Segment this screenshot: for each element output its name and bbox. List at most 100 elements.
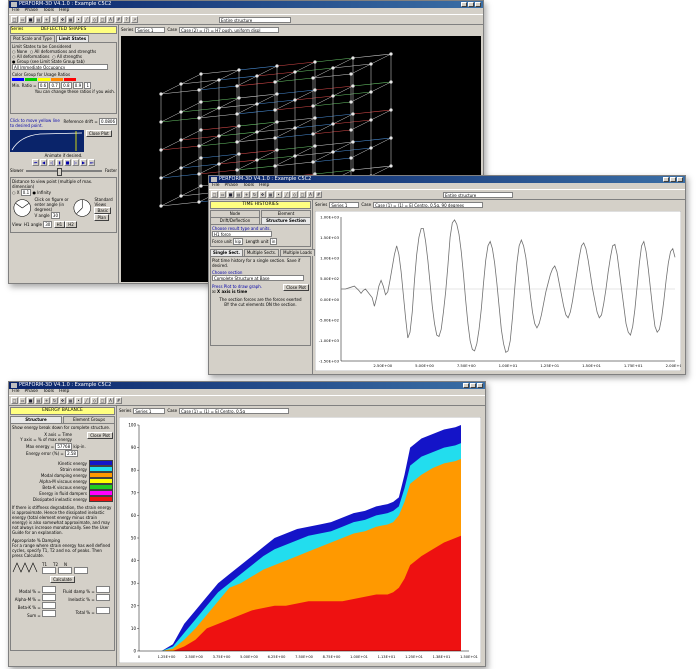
pause-icon[interactable]: ▮ — [56, 159, 63, 166]
reference-drift-field[interactable]: 0.0806 — [99, 118, 117, 125]
frame-icon[interactable]: ▦ — [67, 397, 74, 404]
case-select[interactable]: Case (1) = (1) = El Centro, 0.5g — [179, 408, 290, 414]
menu-tools[interactable]: Tools — [243, 183, 254, 189]
close-plot-button[interactable]: Close Plot — [86, 130, 112, 137]
drift-curve-preview[interactable] — [10, 130, 84, 152]
grid-icon[interactable]: # — [315, 191, 322, 198]
ratio-field-1[interactable]: 0.6 — [37, 82, 49, 89]
first-frame-icon[interactable]: ⏮ — [32, 159, 39, 166]
element-icon[interactable]: ╱ — [83, 397, 90, 404]
tab-multiple-loads[interactable]: Multiple Loads — [280, 249, 315, 256]
close-button[interactable] — [477, 383, 483, 388]
label-icon[interactable]: A — [107, 397, 114, 404]
print-icon[interactable]: ▤ — [35, 16, 42, 23]
node-icon[interactable]: • — [75, 397, 82, 404]
open-icon[interactable]: ▭ — [19, 397, 26, 404]
title-bar[interactable]: PERFORM-3D V4.1.0 : Example C5C2 — [209, 176, 685, 183]
view-h2-button[interactable]: H2 — [65, 221, 77, 228]
close-button[interactable] — [475, 2, 481, 7]
zoom-icon[interactable]: + — [43, 397, 50, 404]
menu-file[interactable]: File — [212, 183, 220, 189]
view3d-icon[interactable]: ◇ — [91, 397, 98, 404]
tab-plot-scale[interactable]: Plot Scale and Type — [10, 35, 55, 42]
frame-icon[interactable]: ▦ — [67, 16, 74, 23]
element-icon[interactable]: ╱ — [83, 16, 90, 23]
tab-node[interactable]: Node — [210, 210, 260, 217]
print-icon[interactable]: ▤ — [35, 397, 42, 404]
tab-element[interactable]: Element — [261, 210, 311, 217]
tab-limit-states[interactable]: Limit States — [55, 35, 90, 42]
speed-slider[interactable] — [26, 167, 102, 176]
title-bar[interactable]: PERFORM-3D V4.1.0 : Example C5C2 — [9, 1, 483, 8]
close-plot-button[interactable]: Close Plot — [283, 284, 309, 291]
stop-icon[interactable]: ■ — [64, 159, 71, 166]
menu-help[interactable]: Help — [59, 389, 69, 395]
minimize-button[interactable] — [461, 2, 467, 7]
save-icon[interactable]: ■ — [27, 16, 34, 23]
menu-help[interactable]: Help — [259, 183, 269, 189]
tab-single-section[interactable]: Single Sect. — [210, 249, 243, 256]
label-icon[interactable]: A — [107, 16, 114, 23]
node-icon[interactable]: • — [275, 191, 282, 198]
maximize-button[interactable] — [670, 177, 676, 182]
arrow-icon[interactable]: ↗ — [131, 16, 138, 23]
open-icon[interactable]: ▭ — [219, 191, 226, 198]
view3d-icon[interactable]: ◇ — [91, 16, 98, 23]
view-dial-right[interactable] — [72, 197, 93, 219]
node-icon[interactable]: • — [75, 16, 82, 23]
open-icon[interactable]: ▭ — [19, 16, 26, 23]
menu-tools[interactable]: Tools — [43, 389, 54, 395]
rotate-icon[interactable]: ↻ — [251, 191, 258, 198]
window-energy-balance[interactable]: PERFORM-3D V4.1.0 : Example C5C2 File Ph… — [8, 381, 486, 667]
save-icon[interactable]: ■ — [227, 191, 234, 198]
menu-phase[interactable]: Phase — [25, 389, 38, 395]
prev-frame-icon[interactable]: ◀ — [40, 159, 47, 166]
plan-icon[interactable]: ▢ — [99, 397, 106, 404]
view-h1-button[interactable]: H1 — [53, 221, 66, 228]
tab-structure[interactable]: Structure — [10, 416, 62, 423]
print-icon[interactable]: ▤ — [235, 191, 242, 198]
distance-field[interactable]: 0.1 — [20, 189, 32, 196]
view-plan-button[interactable]: Plan — [94, 214, 109, 221]
plan-icon[interactable]: ▢ — [299, 191, 306, 198]
limit-group-select[interactable]: All Immediate Occupancy — [12, 64, 108, 70]
calculate-button[interactable]: Calculate — [50, 576, 75, 583]
maximize-button[interactable] — [468, 2, 474, 7]
help-icon[interactable]: ? — [123, 16, 130, 23]
close-button[interactable] — [677, 177, 683, 182]
pan-icon[interactable]: ✥ — [259, 191, 266, 198]
view3d-icon[interactable]: ◇ — [291, 191, 298, 198]
tab-element-groups[interactable]: Element Groups — [63, 416, 115, 423]
ratio-field-4[interactable]: 0.9 — [72, 82, 84, 89]
next-frame-icon[interactable]: ▶ — [80, 159, 87, 166]
menu-tools[interactable]: Tools — [43, 8, 54, 14]
pan-icon[interactable]: ✥ — [59, 16, 66, 23]
energy-balance-chart[interactable]: 01020304050607080901000 1.25E+00 2.50E+00 3… — [119, 417, 481, 663]
last-frame-icon[interactable]: ⏭ — [88, 159, 95, 166]
case-select[interactable]: Case (1) = (1) = El Centro, 0.5g, 90 deg… — [373, 202, 484, 208]
new-icon[interactable]: □ — [11, 397, 18, 404]
new-icon[interactable]: □ — [211, 191, 218, 198]
t1-field[interactable] — [42, 567, 56, 574]
rotate-icon[interactable]: ↻ — [51, 16, 58, 23]
entire-structure-select[interactable]: Entire structure — [219, 16, 291, 23]
case-select[interactable]: Case (2) = (7) = H7 push, uniform displ — [179, 27, 280, 33]
minimize-button[interactable] — [463, 383, 469, 388]
force-unit-select[interactable]: kip — [233, 238, 244, 245]
section-select[interactable]: Complete Structure at Base — [212, 275, 304, 281]
length-unit-select[interactable]: in — [269, 238, 278, 245]
series-select[interactable]: Series 1 — [133, 408, 166, 414]
speed-slider-thumb[interactable] — [56, 167, 62, 176]
save-icon[interactable]: ■ — [27, 397, 34, 404]
tab-drift-deflection[interactable]: Drift/Deflection — [210, 217, 260, 224]
play-icon[interactable]: ▷ — [72, 159, 79, 166]
tab-multiple-sections[interactable]: Multiple Sects. — [243, 249, 280, 256]
menu-phase[interactable]: Phase — [225, 183, 238, 189]
frame-icon[interactable]: ▦ — [267, 191, 274, 198]
time-history-chart[interactable]: 1.00E+03 1.50E+03 1.00E+03 5.00E+02 0.00E+00… — [315, 211, 681, 371]
menu-help[interactable]: Help — [59, 8, 69, 14]
grid-icon[interactable]: # — [115, 16, 122, 23]
grid-icon[interactable]: # — [115, 397, 122, 404]
rotate-icon[interactable]: ↻ — [51, 397, 58, 404]
play-back-icon[interactable]: ◁ — [48, 159, 55, 166]
